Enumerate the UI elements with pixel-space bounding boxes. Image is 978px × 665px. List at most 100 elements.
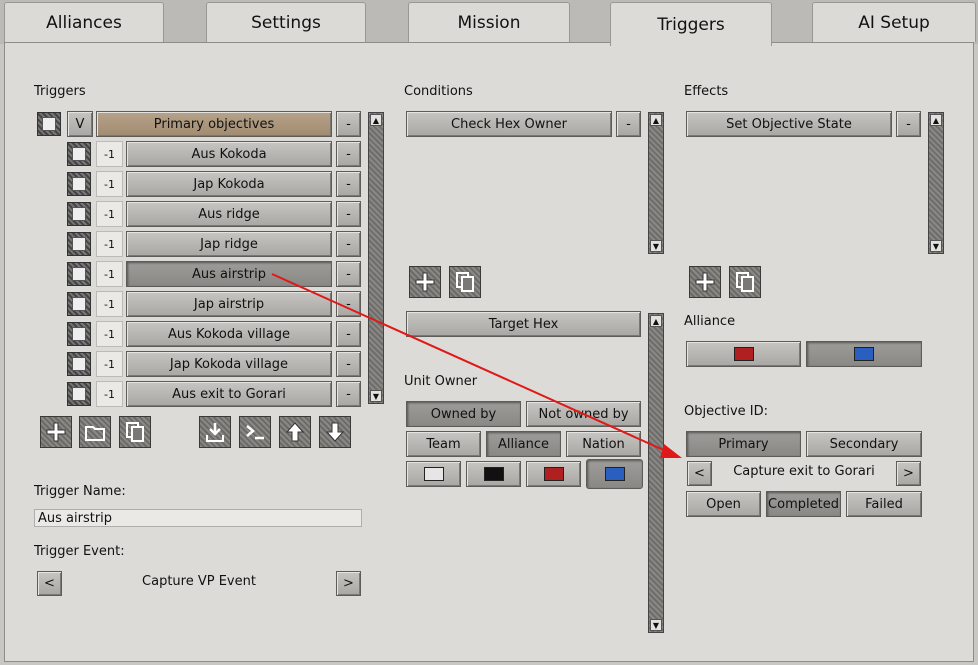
- remove-trigger-button[interactable]: -: [336, 201, 361, 227]
- trigger-checkbox[interactable]: [67, 322, 91, 346]
- not-owned-by-button[interactable]: Not owned by: [526, 401, 641, 427]
- state-open-button[interactable]: Open: [686, 491, 761, 517]
- trigger-item[interactable]: Aus exit to Gorari: [126, 381, 332, 407]
- color-white-button[interactable]: [406, 461, 461, 487]
- color-red-button[interactable]: [526, 461, 581, 487]
- event-prev-button[interactable]: <: [37, 571, 62, 596]
- condition-settings-scrollbar[interactable]: ▲ ▼: [648, 313, 664, 633]
- remove-trigger-button[interactable]: -: [336, 321, 361, 347]
- alliance-button[interactable]: Alliance: [486, 431, 561, 457]
- remove-trigger-button[interactable]: -: [336, 351, 361, 377]
- trigger-checkbox[interactable]: [67, 232, 91, 256]
- color-blue-button[interactable]: [586, 459, 643, 489]
- objective-next-button[interactable]: >: [896, 461, 921, 486]
- color-swatch: [543, 467, 564, 481]
- alliance-red-button[interactable]: [686, 341, 801, 367]
- state-failed-button[interactable]: Failed: [846, 491, 922, 517]
- nation-button[interactable]: Nation: [566, 431, 641, 457]
- tab-ai-setup[interactable]: AI Setup: [812, 2, 976, 42]
- trigger-group-primary-objectives[interactable]: Primary objectives: [96, 111, 332, 137]
- trigger-checkbox[interactable]: [67, 352, 91, 376]
- trigger-priority[interactable]: -1: [96, 291, 123, 317]
- console-button[interactable]: [239, 416, 271, 448]
- objective-prev-button[interactable]: <: [687, 461, 712, 486]
- secondary-button[interactable]: Secondary: [806, 431, 922, 457]
- remove-trigger-button[interactable]: -: [336, 261, 361, 287]
- scroll-down-icon[interactable]: ▼: [930, 240, 942, 252]
- tab-triggers[interactable]: Triggers: [610, 2, 772, 46]
- move-down-button[interactable]: [319, 416, 351, 448]
- alliance-blue-button[interactable]: [806, 341, 922, 367]
- scroll-up-icon[interactable]: ▲: [650, 114, 662, 126]
- trigger-item-selected[interactable]: Aus airstrip: [126, 261, 332, 287]
- tab-bar: Alliances Settings Mission Triggers AI S…: [0, 0, 978, 46]
- add-effect-button[interactable]: [689, 266, 721, 298]
- trigger-item[interactable]: Aus ridge: [126, 201, 332, 227]
- owned-by-button[interactable]: Owned by: [406, 401, 521, 427]
- remove-trigger-button[interactable]: -: [336, 381, 361, 407]
- add-trigger-button[interactable]: [40, 416, 72, 448]
- add-condition-button[interactable]: [409, 266, 441, 298]
- scroll-up-icon[interactable]: ▲: [650, 315, 662, 327]
- remove-trigger-button[interactable]: -: [336, 291, 361, 317]
- trigger-item[interactable]: Aus Kokoda village: [126, 321, 332, 347]
- trigger-priority[interactable]: -1: [96, 171, 123, 197]
- trigger-checkbox[interactable]: [67, 142, 91, 166]
- remove-trigger-button[interactable]: -: [336, 141, 361, 167]
- condition-item[interactable]: Check Hex Owner: [406, 111, 612, 137]
- target-hex-button[interactable]: Target Hex: [406, 311, 641, 337]
- scroll-up-icon[interactable]: ▲: [370, 114, 382, 126]
- scroll-down-icon[interactable]: ▼: [370, 390, 382, 402]
- primary-button[interactable]: Primary: [686, 431, 801, 457]
- trigger-item[interactable]: Jap airstrip: [126, 291, 332, 317]
- plus-icon: [46, 422, 66, 442]
- trigger-item[interactable]: Aus Kokoda: [126, 141, 332, 167]
- trigger-list-scrollbar[interactable]: ▲ ▼: [368, 112, 384, 404]
- move-up-button[interactable]: [279, 416, 311, 448]
- remove-group-button[interactable]: -: [336, 111, 361, 137]
- copy-effect-button[interactable]: [729, 266, 761, 298]
- scroll-down-icon[interactable]: ▼: [650, 240, 662, 252]
- state-completed-button[interactable]: Completed: [766, 491, 841, 517]
- trigger-checkbox[interactable]: [67, 382, 91, 406]
- trigger-group-checkbox[interactable]: [37, 112, 61, 136]
- trigger-name-input[interactable]: Aus airstrip: [34, 509, 362, 527]
- effect-item[interactable]: Set Objective State: [686, 111, 892, 137]
- color-black-button[interactable]: [466, 461, 521, 487]
- event-next-button[interactable]: >: [336, 571, 361, 596]
- trigger-checkbox[interactable]: [67, 262, 91, 286]
- scroll-up-icon[interactable]: ▲: [930, 114, 942, 126]
- trigger-priority[interactable]: -1: [96, 141, 123, 167]
- tab-settings[interactable]: Settings: [206, 2, 366, 42]
- trigger-checkbox[interactable]: [67, 202, 91, 226]
- trigger-item[interactable]: Jap Kokoda village: [126, 351, 332, 377]
- import-trigger-button[interactable]: [199, 416, 231, 448]
- folder-icon: [85, 426, 105, 441]
- trigger-priority[interactable]: -1: [96, 231, 123, 257]
- trigger-item[interactable]: Jap ridge: [126, 231, 332, 257]
- trigger-priority[interactable]: -1: [96, 201, 123, 227]
- conditions-scrollbar[interactable]: ▲ ▼: [648, 112, 664, 254]
- effects-scrollbar[interactable]: ▲ ▼: [928, 112, 944, 254]
- team-button[interactable]: Team: [406, 431, 481, 457]
- trigger-group-toggle[interactable]: V: [67, 111, 93, 137]
- copy-trigger-button[interactable]: [119, 416, 151, 448]
- trigger-checkbox[interactable]: [67, 292, 91, 316]
- scroll-down-icon[interactable]: ▼: [650, 619, 662, 631]
- tab-alliances[interactable]: Alliances: [4, 2, 164, 42]
- remove-trigger-button[interactable]: -: [336, 171, 361, 197]
- trigger-priority[interactable]: -1: [96, 381, 123, 407]
- trigger-checkbox[interactable]: [67, 172, 91, 196]
- remove-effect-button[interactable]: -: [896, 111, 921, 137]
- remove-condition-button[interactable]: -: [616, 111, 641, 137]
- trigger-event-value: Capture VP Event: [142, 574, 256, 589]
- tab-mission[interactable]: Mission: [408, 2, 570, 42]
- trigger-priority[interactable]: -1: [96, 261, 123, 287]
- remove-trigger-button[interactable]: -: [336, 231, 361, 257]
- trigger-priority[interactable]: -1: [96, 321, 123, 347]
- trigger-priority[interactable]: -1: [96, 351, 123, 377]
- trigger-item[interactable]: Jap Kokoda: [126, 171, 332, 197]
- copy-condition-button[interactable]: [449, 266, 481, 298]
- add-folder-button[interactable]: [79, 416, 111, 448]
- trigger-event-label: Trigger Event:: [34, 544, 125, 559]
